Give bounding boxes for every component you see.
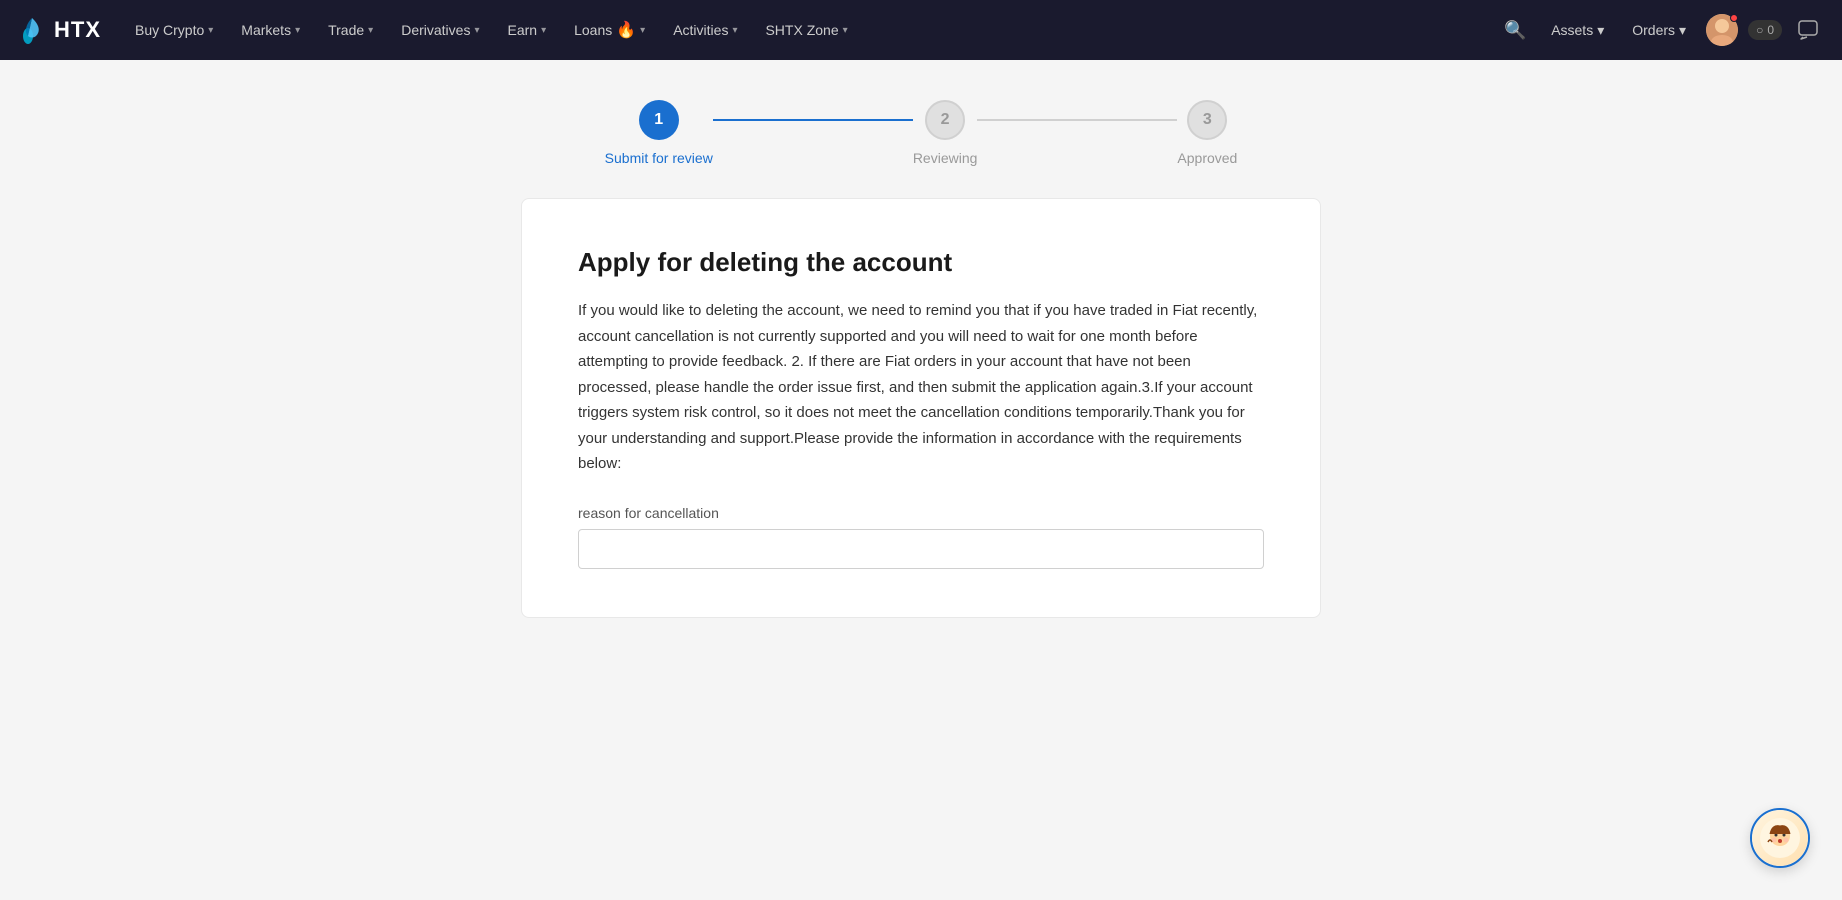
main-content: 1 Submit for review 2 Reviewing 3 Approv…	[0, 60, 1842, 900]
nav-earn[interactable]: Earn ▾	[493, 0, 560, 60]
assets-chevron: ▾	[1597, 22, 1604, 39]
assets-label: Assets	[1551, 22, 1593, 38]
notification-dot	[1730, 14, 1738, 22]
assets-button[interactable]: Assets ▾	[1541, 12, 1614, 48]
support-chat-bubble[interactable]	[1750, 808, 1810, 868]
nav-activities[interactable]: Activities ▾	[659, 0, 751, 60]
cancellation-reason-label: reason for cancellation	[578, 505, 1264, 521]
step-3-circle: 3	[1187, 100, 1227, 140]
nav-derivatives-label: Derivatives	[401, 22, 470, 38]
cancellation-reason-input[interactable]	[578, 529, 1264, 569]
nav-markets-label: Markets	[241, 22, 291, 38]
connector-2-3	[977, 119, 1177, 121]
step-2-number: 2	[941, 111, 950, 129]
step-3-label: Approved	[1177, 150, 1237, 166]
card-body: If you would like to deleting the accoun…	[578, 298, 1264, 477]
connector-1-2	[713, 119, 913, 121]
card-title: Apply for deleting the account	[578, 247, 1264, 278]
nav-buy-crypto-label: Buy Crypto	[135, 22, 204, 38]
orders-label: Orders	[1632, 22, 1675, 38]
step-1-group: 1 Submit for review	[605, 100, 713, 166]
step-3-group: 3 Approved	[1177, 100, 1237, 166]
nav-loans-chevron: ▾	[640, 25, 645, 36]
orders-chevron: ▾	[1679, 22, 1686, 39]
nav-trade-label: Trade	[328, 22, 364, 38]
nav-buy-crypto-chevron: ▾	[208, 25, 213, 36]
nav-markets-chevron: ▾	[295, 25, 300, 36]
step-3-number: 3	[1203, 111, 1212, 129]
nav-derivatives-chevron: ▾	[474, 25, 479, 36]
nav-shtx-zone[interactable]: SHTX Zone ▾	[751, 0, 861, 60]
navbar: HTX Buy Crypto ▾ Markets ▾ Trade ▾ Deriv…	[0, 0, 1842, 60]
nav-shtx-zone-label: SHTX Zone	[765, 22, 838, 38]
step-1-label: Submit for review	[605, 150, 713, 166]
nav-loans-label: Loans	[574, 22, 612, 38]
nav-loans[interactable]: Loans 🔥 ▾	[560, 0, 659, 60]
fire-icon: 🔥	[616, 20, 636, 40]
avatar-button[interactable]	[1704, 12, 1740, 48]
nav-trade[interactable]: Trade ▾	[314, 0, 387, 60]
step-2-label: Reviewing	[913, 150, 978, 166]
nav-earn-label: Earn	[507, 22, 537, 38]
support-bubble-avatar	[1752, 810, 1808, 866]
stepper: 1 Submit for review 2 Reviewing 3 Approv…	[571, 100, 1271, 166]
nav-activities-label: Activities	[673, 22, 728, 38]
theme-toggle[interactable]: ○ 0	[1748, 20, 1782, 40]
toggle-value: 0	[1767, 23, 1774, 37]
nav-markets[interactable]: Markets ▾	[227, 0, 314, 60]
nav-right: 🔍 Assets ▾ Orders ▾ ○ 0	[1497, 12, 1826, 48]
step-2-circle: 2	[925, 100, 965, 140]
account-deletion-card: Apply for deleting the account If you wo…	[521, 198, 1321, 618]
nav-items: Buy Crypto ▾ Markets ▾ Trade ▾ Derivativ…	[121, 0, 1497, 60]
nav-activities-chevron: ▾	[732, 25, 737, 36]
toggle-icon: ○	[1756, 23, 1763, 37]
nav-derivatives[interactable]: Derivatives ▾	[387, 0, 493, 60]
logo-icon	[16, 14, 48, 46]
nav-buy-crypto[interactable]: Buy Crypto ▾	[121, 0, 227, 60]
chat-button[interactable]	[1790, 12, 1826, 48]
search-icon: 🔍	[1504, 20, 1526, 41]
nav-earn-chevron: ▾	[541, 25, 546, 36]
orders-button[interactable]: Orders ▾	[1622, 12, 1696, 48]
support-avatar-icon	[1760, 818, 1800, 858]
chat-icon	[1797, 19, 1819, 41]
nav-shtx-zone-chevron: ▾	[843, 25, 848, 36]
logo[interactable]: HTX	[16, 14, 101, 46]
step-1-circle: 1	[639, 100, 679, 140]
step-1-number: 1	[654, 111, 663, 129]
search-button[interactable]: 🔍	[1497, 12, 1533, 48]
nav-trade-chevron: ▾	[368, 25, 373, 36]
step-2-group: 2 Reviewing	[913, 100, 978, 166]
logo-text: HTX	[54, 17, 101, 43]
